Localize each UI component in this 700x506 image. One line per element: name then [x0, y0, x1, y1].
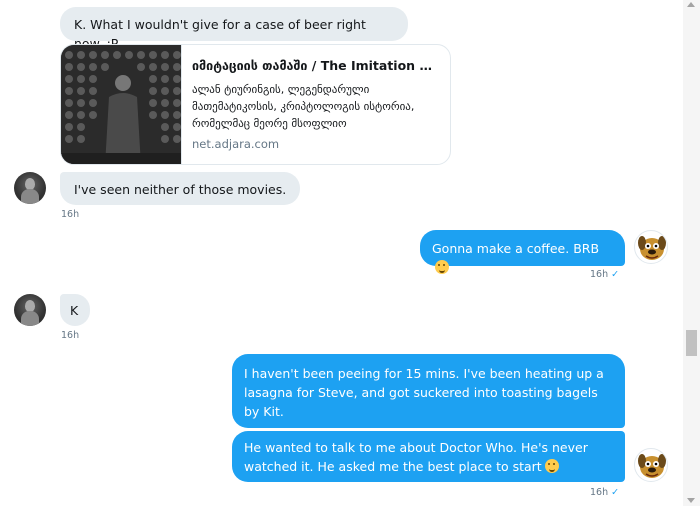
scrollbar-track[interactable]	[683, 0, 700, 506]
message-text: Gonna make a coffee. BRB	[432, 241, 600, 256]
avatar[interactable]	[14, 172, 46, 204]
scrollbar-thumb[interactable]	[686, 330, 697, 356]
message-text: He wanted to talk to me about Doctor Who…	[244, 440, 588, 474]
face-blowing-kiss-emoji	[435, 260, 449, 274]
read-check-icon: ✓	[611, 269, 620, 280]
message-bubble-incoming: K. What I wouldn't give for a case of be…	[60, 7, 408, 51]
avatar[interactable]	[634, 230, 668, 264]
message-timestamp: 16h ✓	[590, 487, 620, 498]
avatar[interactable]	[634, 448, 668, 482]
message-timestamp: 16h	[61, 209, 80, 220]
message-bubble-incoming: I've seen neither of those movies.	[60, 172, 301, 205]
link-preview-domain: net.adjara.com	[192, 137, 280, 151]
message-bubble-outgoing: I haven't been peeing for 15 mins. I've …	[232, 354, 625, 428]
avatar[interactable]	[14, 294, 46, 326]
scroll-up-arrow-icon[interactable]	[687, 2, 695, 7]
message-bubble-outgoing: Gonna make a coffee. BRB	[420, 230, 625, 274]
link-preview-image	[61, 45, 182, 164]
link-preview-description: ალან ტიურინგის, ლეგენდარული მათემატიკოსი…	[192, 83, 415, 130]
rofl-emoji	[544, 459, 559, 473]
message-bubble-incoming: K	[60, 294, 90, 326]
read-check-icon: ✓	[611, 487, 620, 498]
link-preview-title: იმიტაციის თამაში / The Imitation G…	[192, 58, 442, 73]
scroll-down-arrow-icon[interactable]	[687, 498, 695, 503]
message-bubble-outgoing: He wanted to talk to me about Doctor Who…	[232, 431, 625, 482]
message-timestamp: 16h ✓	[590, 269, 620, 280]
link-preview-card[interactable]: იმიტაციის თამაში / The Imitation G… ალან…	[60, 44, 451, 165]
message-timestamp: 16h	[61, 330, 80, 341]
